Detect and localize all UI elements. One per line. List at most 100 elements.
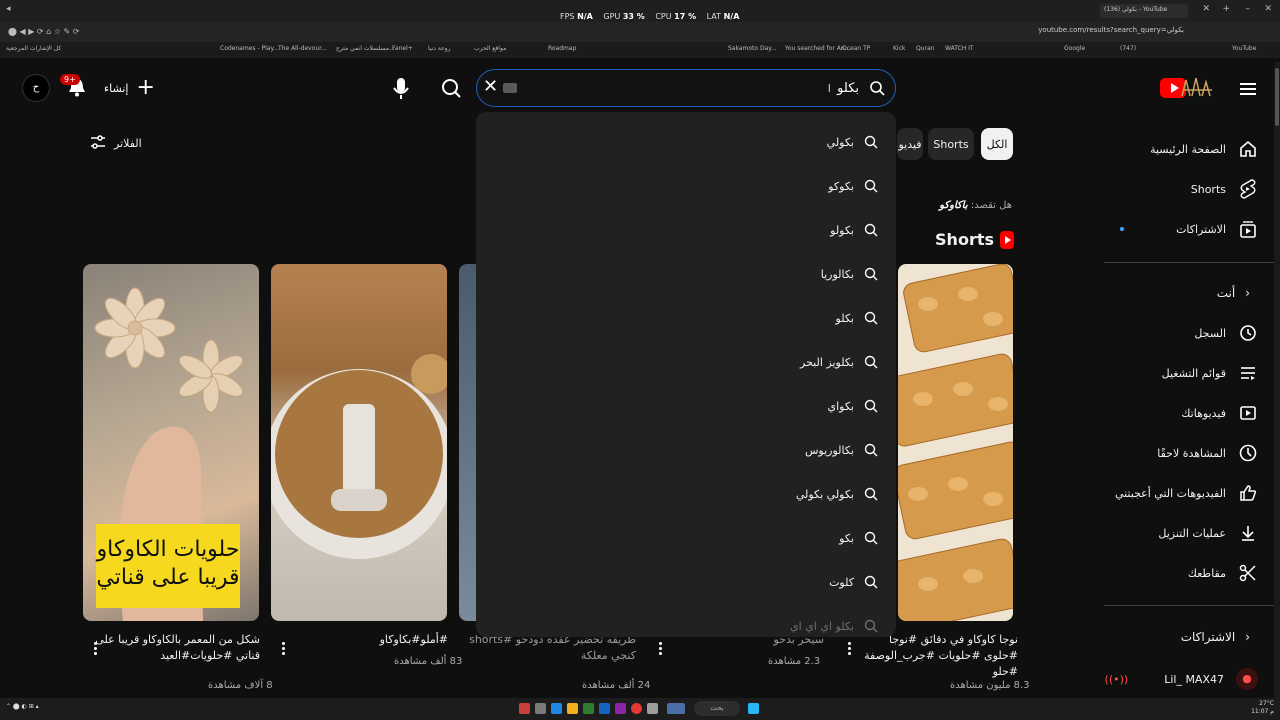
more-options-icon[interactable] — [282, 640, 286, 657]
sidebar-item-channel[interactable]: ((•)) Lil_ MAX47 ● — [1105, 664, 1258, 694]
short-title[interactable]: #أملو#بكاوكاو — [268, 632, 448, 648]
suggestion-item[interactable]: بكولي بكولي — [796, 480, 878, 508]
nav-buttons[interactable]: ⬤ ◀ ▶ ⟳ ⌂ ☆ ✎ ⟳ — [8, 27, 79, 36]
bookmark-item[interactable]: مواقع الحرب — [474, 45, 506, 52]
browser-menu-icon[interactable]: ◂ — [6, 4, 11, 14]
suggestion-item[interactable]: بكلويز البحر — [800, 348, 878, 376]
taskbar-app-icon[interactable] — [551, 703, 562, 714]
more-options-icon[interactable] — [848, 640, 852, 657]
sidebar-divider — [1104, 262, 1280, 263]
more-options-icon[interactable] — [94, 640, 98, 657]
menu-icon[interactable] — [1240, 80, 1256, 98]
bookmark-item[interactable]: Codenames - Play... — [220, 45, 279, 52]
short-thumbnail[interactable]: حلويات الكاوكاو قريبا على قناتي — [83, 264, 259, 621]
chip-shorts[interactable]: Shorts — [928, 128, 974, 160]
taskbar-app-icon[interactable] — [535, 703, 546, 714]
tab-close-icon[interactable]: ✕ — [1202, 4, 1210, 14]
minimize-icon[interactable]: – — [1246, 4, 1251, 14]
bookmark-item[interactable]: مسلسلات انمي مترج... — [336, 45, 395, 52]
taskbar-app-icon[interactable] — [519, 703, 530, 714]
search-suggestions: بكولي بكوكو بكولو بكالوريا بكلو بكلويز ا… — [476, 112, 896, 637]
taskbar-search[interactable]: بحث — [694, 701, 740, 716]
taskbar-tray-left[interactable]: ⌃ ⬤ ◐ ⊞ ▴ — [6, 703, 39, 710]
sidebar-item-playlists[interactable]: قوائم التشغيل — [1162, 358, 1258, 388]
short-views: 8.3 مليون مشاهدة — [950, 680, 1030, 691]
sidebar-you-header[interactable]: أنت › — [1217, 286, 1250, 300]
suggestion-item[interactable]: بكو — [839, 524, 878, 552]
short-title[interactable]: نوجا كاوكاو في دقائق #نوجا #حلوى #حلويات… — [858, 632, 1018, 680]
taskbar-app-icon[interactable] — [583, 703, 594, 714]
bookmark-item[interactable]: Ocean TP — [842, 45, 870, 52]
brand-logo-icon[interactable] — [1180, 76, 1216, 102]
bookmark-item[interactable]: (747) — [1120, 45, 1136, 52]
bookmark-item[interactable]: Fanel+ — [392, 45, 413, 52]
sidebar-item-home[interactable]: الصفحة الرئيسية — [1150, 134, 1258, 164]
suggestion-item[interactable]: بكلو — [836, 304, 878, 332]
short-title[interactable]: شكل من المعمر بالكاوكاو قريبا على قناتي … — [80, 632, 260, 664]
bookmark-item[interactable]: Quran — [916, 45, 934, 52]
bookmark-item[interactable]: YouTube — [1232, 45, 1256, 52]
taskbar-app-icon[interactable] — [647, 703, 658, 714]
suggestion-item[interactable]: بكواي — [828, 392, 879, 420]
chip-videos[interactable]: فيديو — [897, 128, 923, 160]
url-text[interactable]: youtube.com/results?search_query=بكولي — [1038, 26, 1184, 34]
taskbar-app-icon[interactable] — [667, 703, 685, 714]
bookmark-item[interactable]: كل الإشارات المرجعية — [6, 45, 61, 52]
new-tab-icon[interactable]: + — [1222, 4, 1230, 14]
page-scrollbar[interactable] — [1274, 62, 1280, 702]
create-button[interactable]: إنشاء + — [104, 76, 155, 100]
sidebar-item-watch-later[interactable]: المشاهدة لاحقًا — [1157, 438, 1258, 468]
bookmark-item[interactable]: You searched for An... — [785, 45, 850, 52]
sidebar-item-label: عمليات التنزيل — [1158, 526, 1226, 540]
bookmark-item[interactable]: WATCH IT — [945, 45, 974, 52]
bookmark-item[interactable]: Roadmap — [548, 45, 576, 52]
sidebar-subscriptions-header[interactable]: الاشتراكات › — [1181, 630, 1250, 644]
filters-button[interactable]: الفلاتر — [90, 134, 142, 153]
suggestion-item[interactable]: كلوت — [829, 568, 878, 596]
chip-all[interactable]: الكل — [981, 128, 1013, 160]
close-window-icon[interactable]: ✕ — [1264, 4, 1272, 14]
sidebar-item-your-videos[interactable]: فيديوهاتك — [1181, 398, 1258, 428]
browser-tab-active[interactable]: (136) بكولي - YouTube — [1100, 4, 1188, 18]
bookmark-item[interactable]: روعة دنيا — [428, 45, 450, 52]
chevron-right-icon: › — [1245, 286, 1250, 300]
voice-search-button[interactable] — [386, 72, 416, 104]
keyboard-icon[interactable] — [503, 83, 517, 93]
suggestion-item[interactable]: بكولي — [827, 128, 878, 156]
taskbar-app-icon[interactable] — [615, 703, 626, 714]
search-input[interactable]: ✕ I بكلو — [476, 69, 896, 107]
bookmark-item[interactable]: Sakamoto Day... — [728, 45, 777, 52]
suggestion-text: بكولي بكولي — [795, 487, 854, 501]
search-icon — [864, 443, 878, 457]
bookmark-item[interactable]: Kick — [893, 45, 905, 52]
sidebar-item-liked[interactable]: الفيديوهات التي أعجبتني — [1115, 478, 1258, 508]
sidebar-item-history[interactable]: السجل — [1194, 318, 1258, 348]
suggestion-item[interactable]: بكالوريا — [821, 260, 878, 288]
avatar[interactable]: ح — [22, 74, 50, 102]
shorts-icon — [1240, 179, 1256, 199]
short-thumbnail[interactable] — [271, 264, 447, 621]
sidebar-item-label: قوائم التشغيل — [1161, 366, 1226, 380]
bookmark-item[interactable]: The All-devour... — [278, 45, 327, 52]
bookmark-item[interactable]: Google — [1064, 45, 1085, 52]
did-you-mean-term[interactable]: باكاوكو — [939, 200, 967, 211]
start-icon[interactable] — [748, 703, 759, 714]
suggestion-item[interactable]: بكوكو — [828, 172, 878, 200]
suggestion-item[interactable]: بكلو اي اي اي — [790, 612, 878, 637]
sidebar-item-clips[interactable]: مقاطعك — [1188, 558, 1258, 588]
clear-search-icon[interactable]: ✕ — [483, 76, 498, 97]
taskbar-app-icon[interactable] — [599, 703, 610, 714]
suggestion-item[interactable]: بكالوريوس — [805, 436, 878, 464]
sidebar-item-subscriptions[interactable]: الاشتراكات — [1120, 214, 1258, 244]
sidebar-item-downloads[interactable]: عمليات التنزيل — [1158, 518, 1258, 548]
history-icon — [1240, 325, 1256, 341]
taskbar-clock[interactable]: 27°C 11:07 م — [1251, 700, 1274, 716]
did-you-mean[interactable]: هل تقصد: باكاوكو — [939, 200, 1012, 211]
sidebar-item-shorts[interactable]: Shorts — [1191, 174, 1258, 204]
suggestion-item[interactable]: بكولو — [830, 216, 878, 244]
search-query[interactable]: بكلو — [837, 81, 859, 96]
taskbar-app-icon[interactable] — [567, 703, 578, 714]
short-thumbnail[interactable] — [898, 264, 1013, 621]
search-button[interactable] — [433, 73, 469, 103]
taskbar-chrome-icon[interactable] — [631, 703, 642, 714]
